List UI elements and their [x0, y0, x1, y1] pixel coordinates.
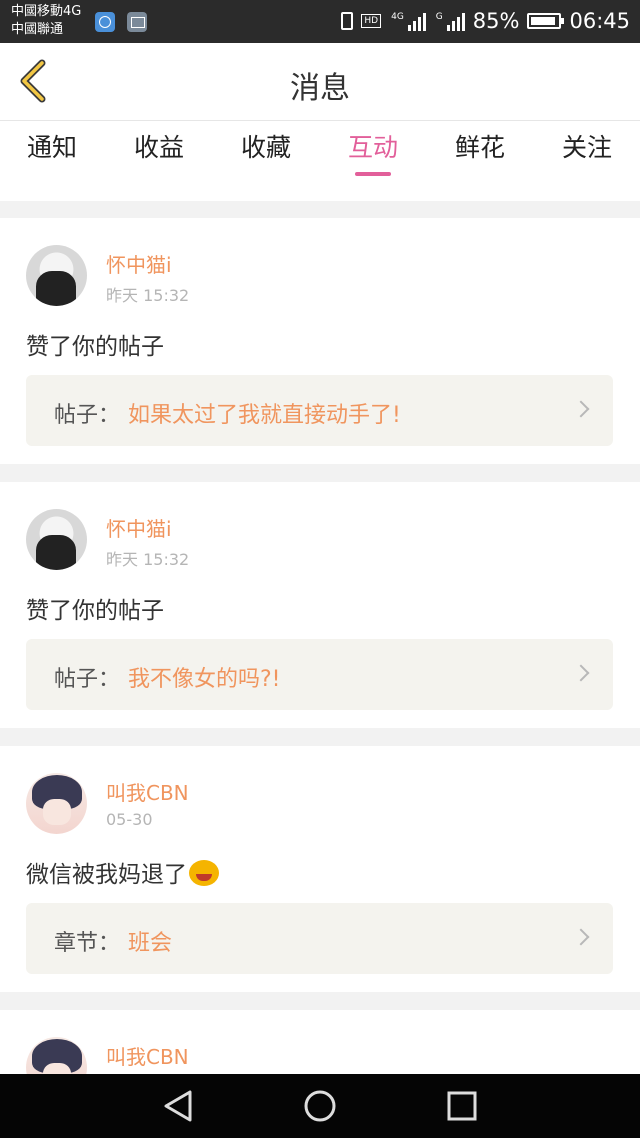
reference-label: 帖子：: [54, 403, 121, 428]
reference-label: 章节：: [54, 931, 121, 956]
clock: 06:45: [569, 9, 630, 33]
tab-following[interactable]: 关注: [542, 133, 632, 163]
post-reference[interactable]: 帖子： 我不像女的吗?!: [26, 639, 613, 710]
net-label-1: 4G: [391, 12, 404, 22]
message-text-content: 微信被我妈退了: [26, 862, 187, 888]
message-card: 怀中猫i 昨天 15:32 赞了你的帖子 帖子： 我不像女的吗?!: [0, 482, 640, 728]
timestamp: 昨天 15:32: [106, 286, 190, 305]
active-tab-indicator: [355, 172, 391, 176]
tab-notifications[interactable]: 通知: [7, 133, 97, 163]
carrier-info: 中國移動4G 中國聯通: [11, 3, 81, 39]
signal-icon-2: G: [434, 11, 465, 31]
net-label-2: G: [435, 12, 443, 22]
timestamp: 05-30: [106, 810, 153, 829]
app-notification-icon: [95, 12, 115, 32]
message-text: 赞了你的帖子: [26, 598, 164, 624]
tab-interactions[interactable]: 互动: [328, 133, 418, 163]
tab-bar: 通知 收益 收藏 互动 鲜花 关注: [0, 121, 640, 201]
avatar[interactable]: [26, 773, 87, 834]
username[interactable]: 叫我CBN: [106, 777, 189, 806]
message-card: 叫我CBN: [0, 1010, 640, 1074]
battery-percent: 85%: [472, 9, 520, 33]
app-header: 消息: [0, 43, 640, 121]
message-card: 叫我CBN 05-30 微信被我妈退了 章节： 班会: [0, 746, 640, 992]
nav-back-icon[interactable]: [160, 1088, 196, 1124]
carrier-2: 中國聯通: [11, 22, 64, 37]
avatar[interactable]: [26, 245, 87, 306]
timestamp: 昨天 15:32: [106, 550, 190, 569]
hd-badge: HD: [361, 14, 382, 28]
reference-title: 如果太过了我就直接动手了!: [128, 403, 401, 428]
chevron-right-icon: [572, 400, 590, 418]
username[interactable]: 怀中猫i: [106, 513, 172, 542]
nav-recent-apps-icon[interactable]: [444, 1088, 480, 1124]
avatar[interactable]: [26, 1037, 87, 1074]
system-nav-bar: [0, 1074, 640, 1138]
chevron-right-icon: [572, 928, 590, 946]
chapter-reference[interactable]: 章节： 班会: [26, 903, 613, 974]
avatar[interactable]: [26, 509, 87, 570]
reference-title: 班会: [128, 931, 173, 956]
username[interactable]: 叫我CBN: [106, 1041, 189, 1070]
vibrate-icon: [341, 12, 354, 30]
crying-face-emoji-icon: [189, 860, 219, 886]
carrier-1: 中國移動4G: [11, 4, 82, 19]
signal-icon-1: 4G: [389, 11, 426, 31]
post-reference[interactable]: 帖子： 如果太过了我就直接动手了!: [26, 375, 613, 446]
tab-earnings[interactable]: 收益: [114, 133, 204, 163]
username[interactable]: 怀中猫i: [106, 249, 172, 278]
page-title: 消息: [290, 71, 350, 106]
reference-title: 我不像女的吗?!: [128, 667, 281, 692]
status-bar: 中國移動4G 中國聯通 HD 4G G 85% 06:45: [0, 0, 640, 43]
tab-flowers[interactable]: 鲜花: [435, 133, 525, 163]
status-indicators: HD 4G G 85% 06:45: [341, 8, 630, 34]
chevron-right-icon: [572, 664, 590, 682]
reference-label: 帖子：: [54, 667, 121, 692]
nav-home-icon[interactable]: [302, 1088, 338, 1124]
message-card: 怀中猫i 昨天 15:32 赞了你的帖子 帖子： 如果太过了我就直接动手了!: [0, 218, 640, 464]
message-text: 微信被我妈退了: [26, 855, 219, 889]
battery-icon: [527, 13, 565, 29]
tab-favorites[interactable]: 收藏: [221, 133, 311, 163]
gallery-notification-icon: [127, 12, 147, 32]
message-text: 赞了你的帖子: [26, 334, 164, 360]
